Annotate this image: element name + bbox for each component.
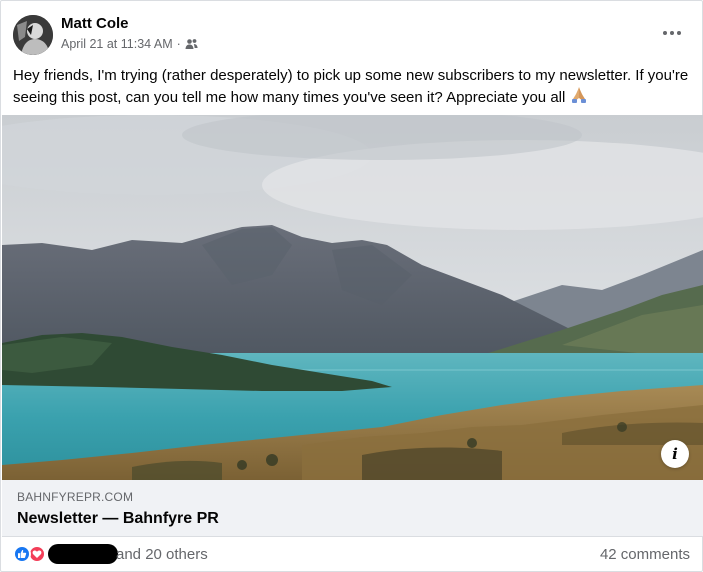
- link-domain: BAHNFYREPR.COM: [17, 490, 134, 504]
- more-dot-icon: [677, 31, 681, 35]
- folded-hands-icon: [571, 87, 586, 103]
- more-options-button[interactable]: [658, 19, 686, 47]
- info-button[interactable]: i: [661, 440, 689, 468]
- link-preview-image[interactable]: i: [2, 115, 703, 480]
- author-avatar[interactable]: [13, 15, 53, 55]
- engagement-bar: and 20 others 42 comments: [13, 541, 690, 569]
- avatar-image: [13, 15, 53, 55]
- post-timestamp[interactable]: April 21 at 11:34 AM: [61, 37, 173, 51]
- author-name[interactable]: Matt Cole: [61, 15, 129, 32]
- post-header: Matt Cole April 21 at 11:34 AM ·: [13, 13, 690, 57]
- more-dot-icon: [670, 31, 674, 35]
- friends-icon[interactable]: [185, 38, 198, 50]
- post-message: Hey friends, I'm trying (rather desperat…: [13, 65, 693, 108]
- post-card: Matt Cole April 21 at 11:34 AM · Hey fri…: [0, 0, 703, 572]
- reactions-summary[interactable]: and 20 others: [13, 544, 208, 564]
- link-title[interactable]: Newsletter — Bahnfyre PR: [17, 510, 219, 528]
- link-preview[interactable]: BAHNFYREPR.COM Newsletter — Bahnfyre PR: [2, 480, 703, 537]
- meta-separator: ·: [176, 37, 181, 51]
- comments-count[interactable]: 42 comments: [600, 546, 690, 563]
- more-dot-icon: [663, 31, 667, 35]
- like-icon: [13, 545, 31, 563]
- mountain-lake-image: [2, 115, 703, 480]
- post-meta: April 21 at 11:34 AM ·: [61, 37, 198, 51]
- redacted-name: [48, 544, 118, 564]
- reactions-others[interactable]: and 20 others: [116, 546, 208, 563]
